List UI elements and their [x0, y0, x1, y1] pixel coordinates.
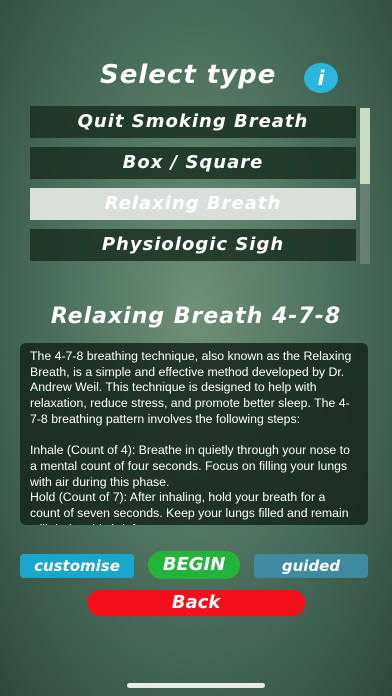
guided-button[interactable]: guided [254, 554, 368, 578]
list-scrollbar[interactable] [360, 108, 370, 264]
home-indicator[interactable] [127, 683, 265, 688]
type-item-physiologic-sigh[interactable]: Physiologic Sigh [30, 229, 356, 261]
page-title: Select type [100, 60, 277, 90]
info-button[interactable]: i [304, 63, 338, 93]
description-text: The 4-7-8 breathing technique, also know… [30, 349, 352, 525]
selected-type-title: Relaxing Breath 4-7-8 [50, 304, 342, 329]
type-item-box-square[interactable]: Box / Square [30, 147, 356, 179]
back-button[interactable]: Back [87, 590, 305, 616]
scrollbar-thumb[interactable] [360, 108, 370, 184]
breath-type-list: Quit Smoking Breath Box / Square Relaxin… [30, 106, 356, 270]
header: Select type i [0, 60, 392, 98]
begin-button[interactable]: BEGIN [148, 551, 240, 579]
customise-button[interactable]: customise [20, 554, 134, 578]
type-item-relaxing-breath[interactable]: Relaxing Breath [30, 188, 356, 220]
description-panel[interactable]: The 4-7-8 breathing technique, also know… [20, 343, 368, 525]
type-item-quit-smoking[interactable]: Quit Smoking Breath [30, 106, 356, 138]
